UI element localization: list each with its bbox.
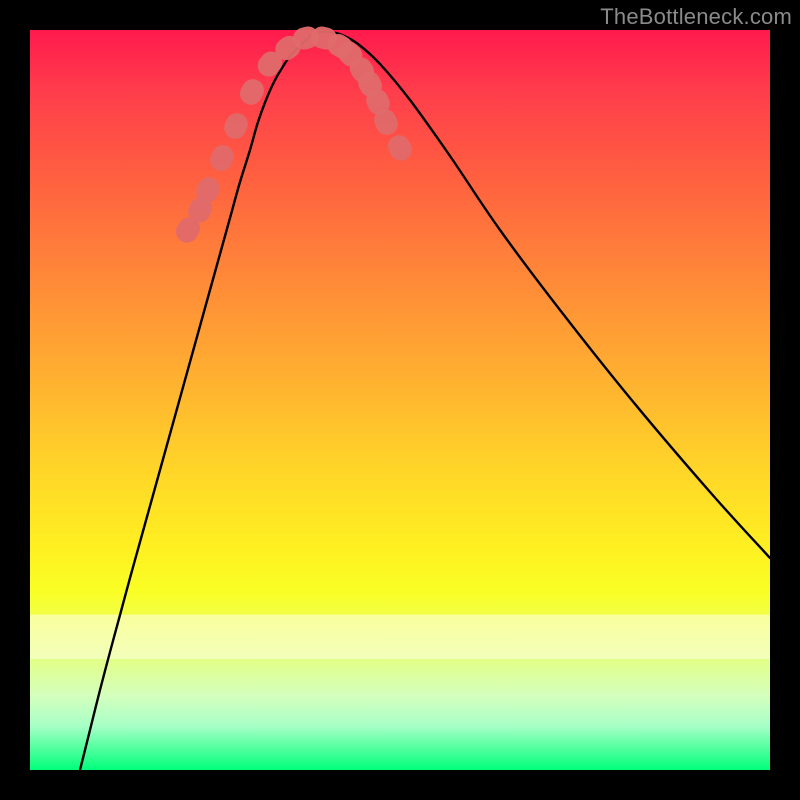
curve-markers <box>172 24 416 247</box>
chart-frame: TheBottleneck.com <box>0 0 800 800</box>
light-bands <box>30 615 770 659</box>
bottleneck-curve <box>80 32 770 770</box>
plot-area <box>30 30 770 770</box>
watermark-text: TheBottleneck.com <box>600 4 792 30</box>
curve-layer <box>30 30 770 770</box>
